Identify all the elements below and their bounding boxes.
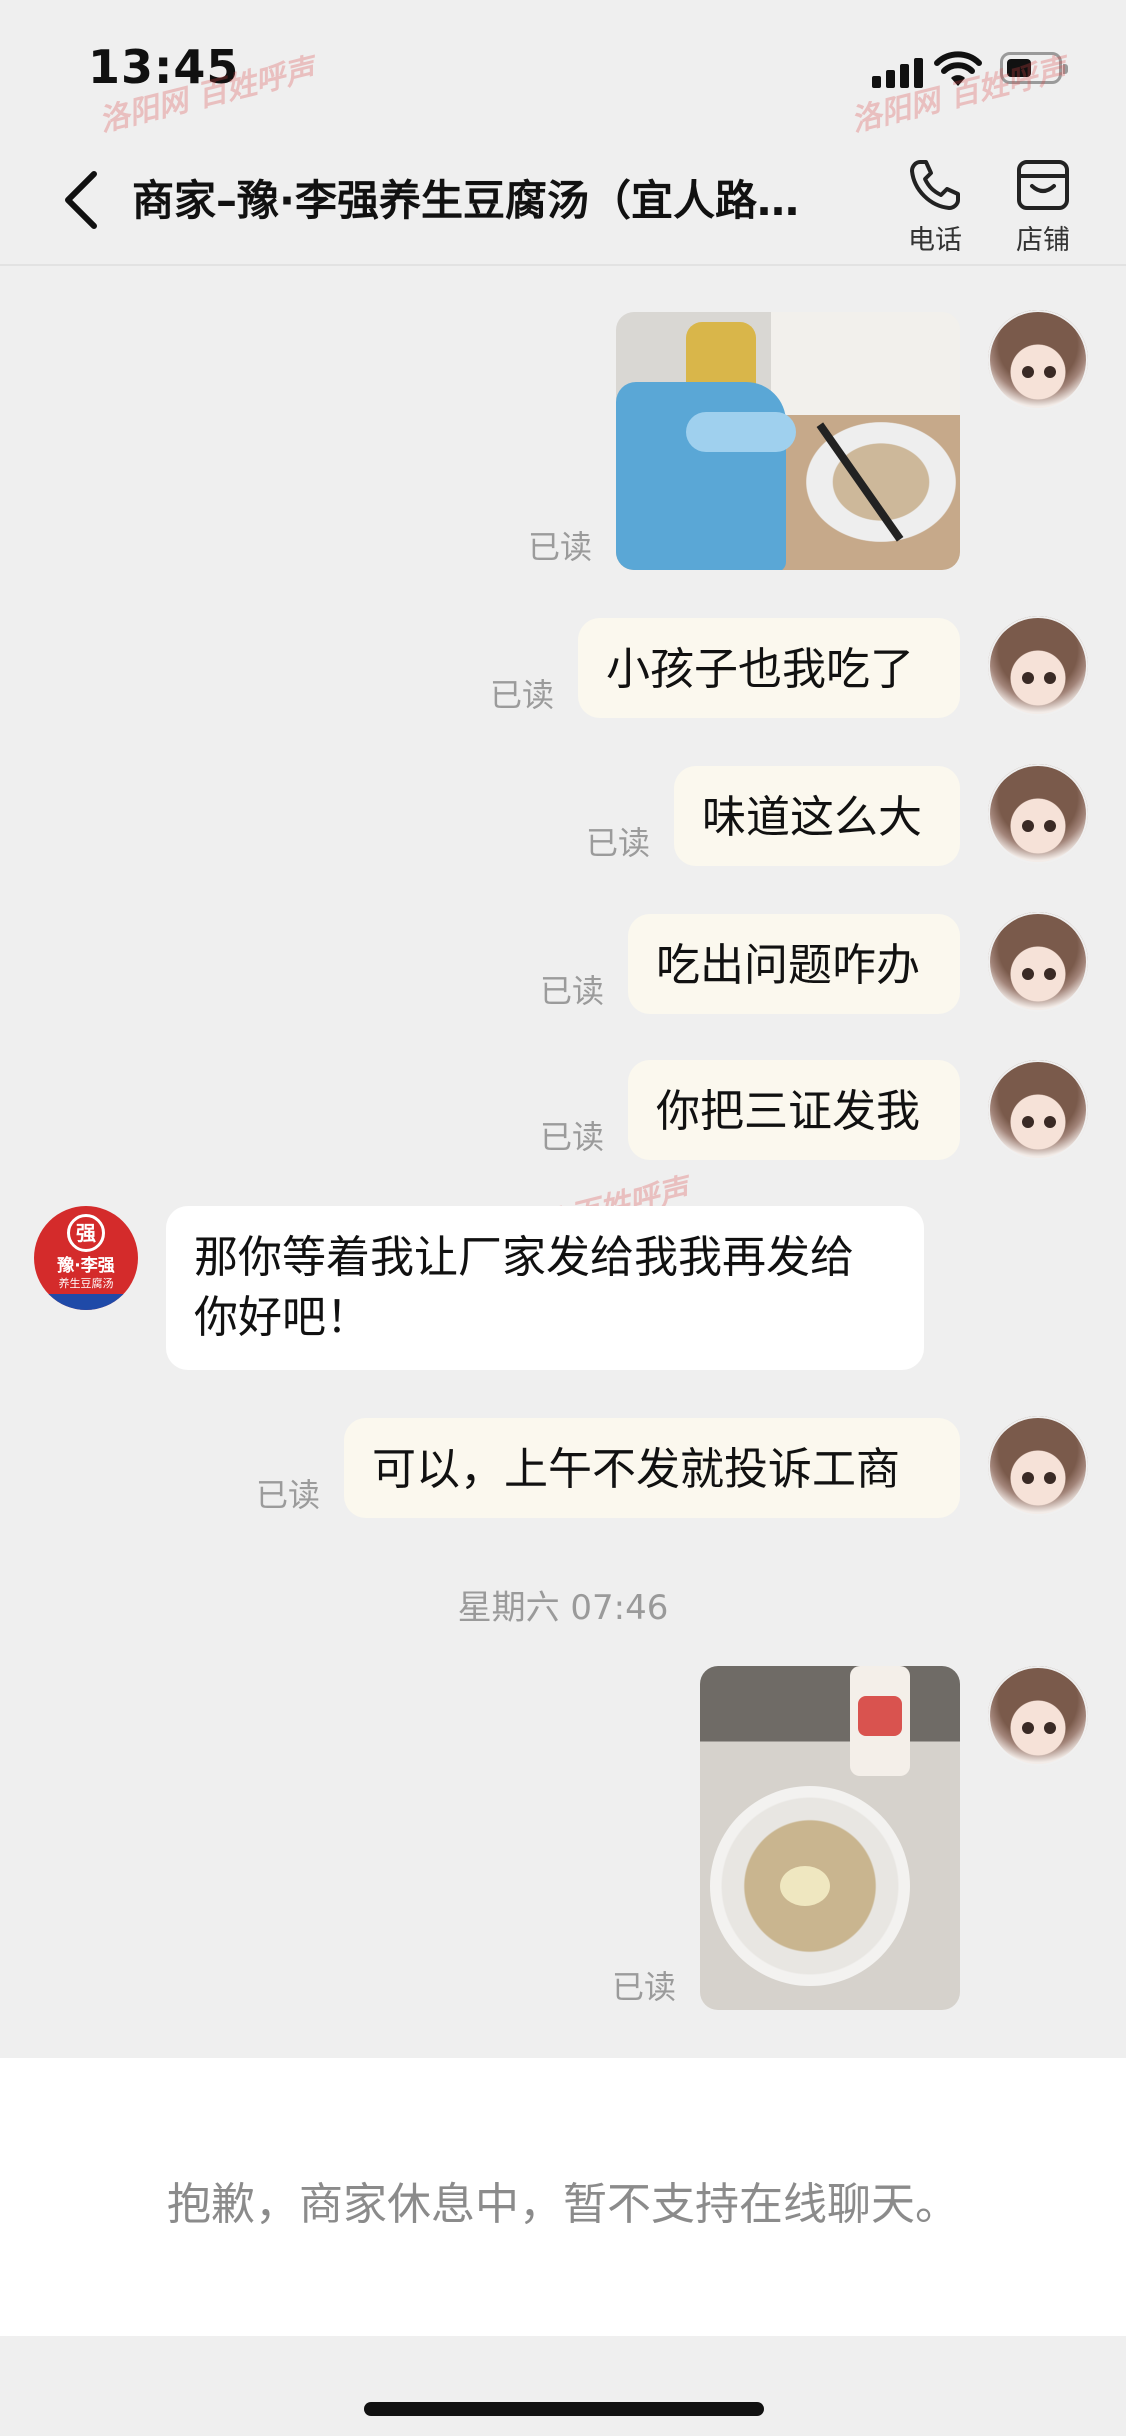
user-avatar[interactable] [988,1416,1088,1516]
read-status: 已读 [256,1476,321,1514]
message-photo[interactable] [700,1666,960,2010]
merchant-logo-sub: 养生豆腐汤 [58,1277,114,1290]
read-status: 已读 [586,824,651,862]
message-bubble-outgoing: 可以，上午不发就投诉工商 [344,1418,960,1518]
chevron-left-icon[interactable] [56,168,106,232]
read-status: 已读 [540,972,605,1010]
user-avatar[interactable] [988,764,1088,864]
message-bubble-outgoing: 味道这么大 [674,766,960,866]
message-bubble-outgoing: 吃出问题咋办 [628,914,960,1014]
user-avatar[interactable] [988,1666,1088,1766]
message-timestamp: 星期六 07:46 [457,1588,669,1628]
user-avatar[interactable] [988,1060,1088,1160]
phone-label: 电话 [908,225,962,256]
message-photo[interactable] [616,312,960,570]
home-indicator[interactable] [364,2402,764,2416]
merchant-avatar[interactable]: 强 豫·李强 养生豆腐汤 [34,1206,138,1310]
read-status: 已读 [612,1968,677,2006]
message-bubble-outgoing: 你把三证发我 [628,1060,960,1160]
phone-icon [910,160,960,210]
store-icon [1017,160,1069,210]
read-status: 已读 [528,528,593,566]
read-status: 已读 [490,676,555,714]
message-bubble-outgoing: 小孩子也我吃了 [578,618,960,718]
chat-header: 商家–豫·李强养生豆腐汤（宜人路… 电话 店铺 [0,140,1126,266]
user-avatar[interactable] [988,912,1088,1012]
phone-button[interactable]: 电话 [890,156,980,257]
message-bubble-incoming: 那你等着我让厂家发给我我再发给你好吧！ [166,1206,924,1370]
store-button[interactable]: 店铺 [998,156,1088,257]
chat-title: 商家–豫·李强养生豆腐汤（宜人路… [132,176,799,225]
user-avatar[interactable] [988,310,1088,410]
merchant-offline-notice: 抱歉，商家休息中，暂不支持在线聊天。 [167,2179,959,2230]
store-label: 店铺 [1016,225,1070,256]
read-status: 已读 [540,1118,605,1156]
merchant-logo-seal: 强 [67,1214,105,1252]
home-indicator-area [0,2336,1126,2436]
bottom-notice-panel: 抱歉，商家休息中，暂不支持在线聊天。 [0,2058,1126,2336]
merchant-logo-name: 豫·李强 [57,1256,115,1276]
user-avatar[interactable] [988,616,1088,716]
